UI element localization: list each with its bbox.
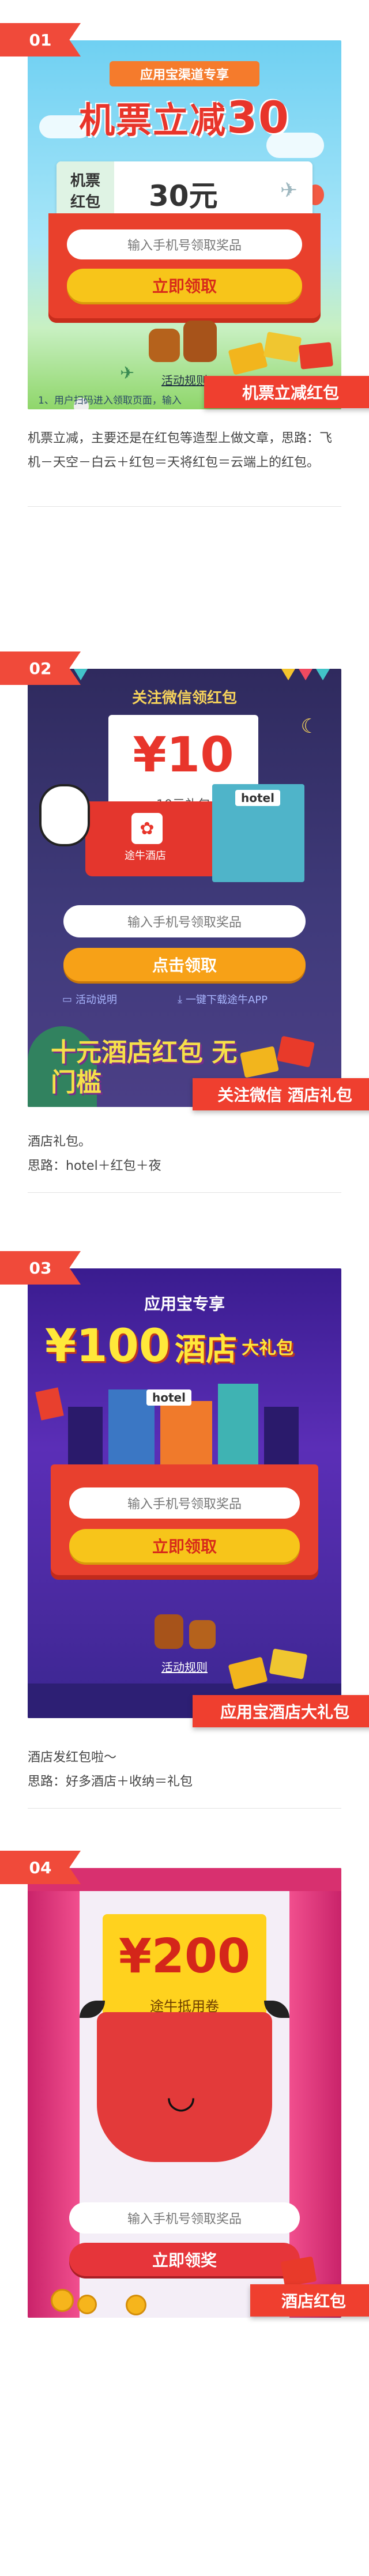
headline: 机票立减30 [28, 91, 341, 143]
rule-text: 1、用户扫码进入领取页面，输入 [38, 395, 182, 406]
building-icon [218, 1384, 258, 1470]
coin-icon [77, 2295, 97, 2314]
channel-tag: 应用宝渠道专享 [110, 61, 259, 86]
hotel-sign: hotel [146, 1389, 191, 1406]
corner-banner: 机票立减红包 [204, 376, 369, 408]
rules-icon: ▭ [62, 993, 73, 1005]
description: 酒店礼包。 思路：hotel＋红包＋夜 [28, 1130, 341, 1178]
description-line: 思路：好多酒店＋收纳＝礼包 [28, 1775, 193, 1789]
divider [28, 506, 341, 507]
phone-input[interactable]: 输入手机号领取奖品 [67, 229, 302, 259]
section-badge: 04 [0, 1851, 81, 1884]
divider [28, 1808, 341, 1809]
envelope-icon [298, 342, 334, 370]
download-link-text: 一键下载途牛APP [185, 994, 268, 1006]
airplane-icon: ✈ [120, 363, 135, 383]
airplane-icon: ✈ [280, 179, 298, 202]
cow-mascot-icon [39, 784, 90, 846]
coupon-amount: ¥200 [118, 1929, 251, 1984]
top-text: 应用宝专享 [144, 1294, 225, 1313]
ticket-label-line1: 机票 [70, 172, 100, 190]
building-icon [160, 1401, 212, 1470]
section-3: 03 应用宝专享 ¥100 酒店 大礼包 hotel 输入手机号领取奖品 立即领… [0, 1251, 369, 1809]
rules-link-text: 活动说明 [76, 994, 118, 1006]
corner-banner: 应用宝酒店大礼包 [193, 1695, 369, 1727]
headline-subtext: 大礼包 [242, 1338, 294, 1358]
section-1: 01 应用宝渠道专享 机票立减30 机票 红包 30元 ✈ 输入手机号领取奖品 … [0, 23, 369, 507]
section-2: 02 关注微信领红包 ☾ ¥10 10元礼包 ✿ 途牛酒店 hotel 输入手机… [0, 651, 369, 1193]
ticket-label: 机票 红包 [57, 161, 114, 219]
headline-amount: 30 [227, 92, 290, 143]
divider [28, 1192, 341, 1193]
corner-banner: 酒店红包 [250, 2284, 369, 2317]
claim-button[interactable]: 立即领奖 [69, 2243, 300, 2276]
gift-tag-icon [35, 1387, 64, 1421]
ticket-amount: 30元 [149, 179, 218, 213]
cow-mascot-icon [149, 329, 180, 362]
rules-link[interactable]: ▭ 活动说明 [62, 992, 117, 1007]
smile-icon: ◡ [166, 2076, 197, 2116]
description: 机票立减，主要还是在红包等造型上做文章，思路：飞机－天空－白云＋红包＝天将红包＝… [28, 427, 341, 475]
description-line: 酒店发红包啦～ [28, 1750, 117, 1765]
brand-name: 途牛酒店 [125, 850, 166, 862]
coin-icon [126, 2295, 146, 2315]
description-line: 酒店礼包。 [28, 1135, 92, 1149]
red-envelope [51, 1464, 318, 1580]
corner-banner: 关注微信 酒店礼包 [193, 1078, 369, 1110]
bunting-flag [281, 669, 295, 680]
claim-button[interactable]: 立即领取 [67, 269, 302, 302]
hotel-redpacket-card: ¥200 途牛抵用卷 ◡ 输入手机号领取奖品 立即领奖 [28, 1868, 341, 2318]
headline-text: 酒店 [175, 1331, 238, 1368]
headline: ¥100 酒店 大礼包 [45, 1320, 293, 1372]
rules-link[interactable]: 活动规则 [161, 1658, 208, 1675]
building-icon [68, 1407, 103, 1470]
cow-mascot-icon [183, 321, 217, 362]
top-text: 关注微信领红包 [131, 690, 237, 707]
hotel-gift-card: 应用宝专享 ¥100 酒店 大礼包 hotel 输入手机号领取奖品 立即领取 活… [28, 1268, 341, 1718]
description-line: 机票立减，主要还是在红包等造型上做文章，思路：飞机－天空－白云＋红包＝天将红包＝… [28, 431, 333, 470]
section-4: 04 ¥200 途牛抵用卷 ◡ 输入手机号领取奖品 立即领奖 酒店红包 [0, 1851, 369, 2576]
claim-button[interactable]: 立即领取 [69, 1529, 300, 1562]
description-line: 思路：hotel＋红包＋夜 [28, 1159, 161, 1173]
section-badge: 03 [0, 1251, 81, 1285]
section-badge: 02 [0, 651, 81, 685]
claim-button[interactable]: 点击领取 [63, 948, 306, 981]
phone-input[interactable]: 输入手机号领取奖品 [69, 1487, 300, 1519]
ticket-label-line2: 红包 [70, 194, 100, 211]
coupon-amount: ¥10 [133, 726, 234, 783]
download-link[interactable]: ⤓ 一键下载途牛APP [178, 992, 268, 1007]
building-icon [264, 1407, 299, 1470]
ticket: 机票 红包 30元 ✈ [57, 161, 312, 219]
phone-input[interactable]: 输入手机号领取奖品 [69, 2202, 300, 2234]
description: 酒店发红包啦～ 思路：好多酒店＋收纳＝礼包 [28, 1746, 341, 1794]
bunting-flag [316, 669, 330, 680]
coin-icon [51, 2289, 74, 2312]
hotel-sign: hotel [235, 790, 280, 806]
brand-logo: ✿ [131, 813, 163, 844]
headline-amount: ¥100 [45, 1320, 171, 1372]
channel-tag-text: 应用宝渠道专享 [140, 68, 229, 82]
bunting-flag [299, 669, 312, 680]
cow-mascot-icon [189, 1620, 216, 1649]
headline-text: 机票立减 [79, 99, 227, 141]
section-badge: 01 [0, 23, 81, 57]
phone-input[interactable]: 输入手机号领取奖品 [63, 905, 306, 937]
cow-mascot-icon [155, 1614, 183, 1649]
rules-link[interactable]: 活动规则 [161, 371, 208, 388]
moon-icon: ☾ [300, 715, 318, 738]
download-icon: ⤓ [178, 993, 182, 1005]
